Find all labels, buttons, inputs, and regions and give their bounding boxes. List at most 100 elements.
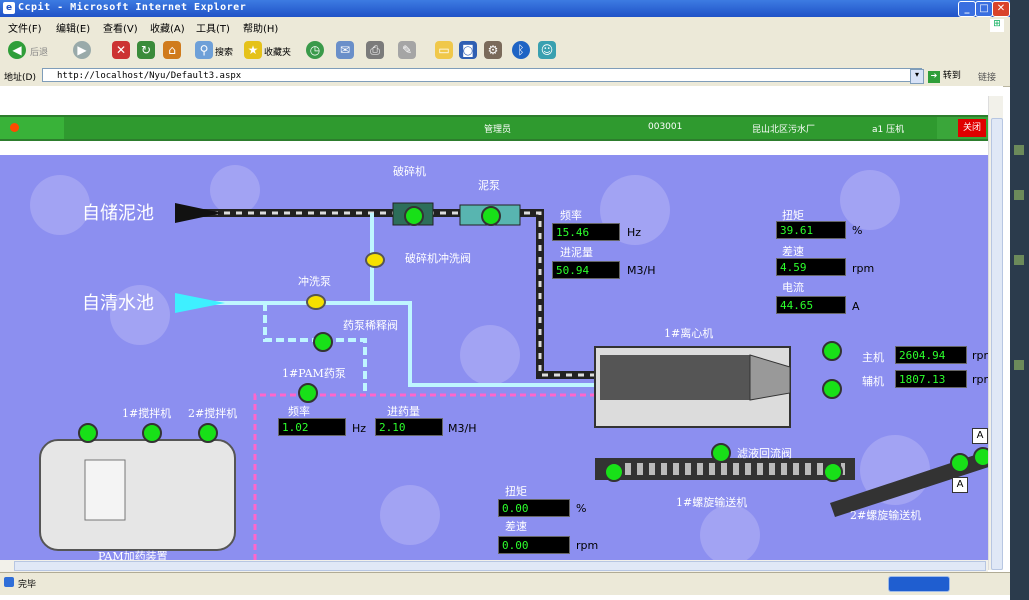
mixer1-run-indicator[interactable] bbox=[142, 423, 162, 443]
taskbar-tray[interactable] bbox=[888, 576, 950, 592]
sludge-flow-label: 进泥量 bbox=[560, 246, 593, 259]
desktop-edge bbox=[1010, 0, 1029, 600]
close-window-button[interactable]: ✕ bbox=[992, 1, 1010, 17]
water-source-arrow bbox=[175, 293, 225, 313]
conveyor-torque-label: 扭矩 bbox=[505, 485, 527, 498]
return-valve-label: 滤液回流阀 bbox=[737, 447, 792, 460]
home-icon[interactable]: ⌂ bbox=[163, 41, 181, 59]
crusher-flush-valve-indicator[interactable] bbox=[365, 252, 385, 268]
pam-control-box bbox=[84, 459, 126, 521]
header-user-role: 管理员 bbox=[484, 125, 512, 135]
vertical-scrollbar[interactable] bbox=[988, 96, 1003, 570]
centrifuge-bowl bbox=[600, 355, 750, 400]
history-icon[interactable]: ◷ bbox=[306, 41, 324, 59]
sludge-source-label: 自储泥池 bbox=[82, 203, 154, 224]
pam-tank bbox=[39, 439, 236, 551]
go-button[interactable]: ➔ 转到 bbox=[928, 68, 968, 83]
conveyor2-run-indicator-2[interactable] bbox=[973, 447, 988, 467]
conveyor2-mode-box-2[interactable]: A bbox=[952, 477, 968, 493]
horizontal-scrollbar[interactable] bbox=[0, 560, 988, 572]
forward-arrow-icon[interactable]: ▶ bbox=[73, 41, 91, 59]
pam-freq-label: 频率 bbox=[288, 405, 310, 418]
conveyor-diff-value: 0.00 bbox=[498, 536, 570, 554]
conveyor2-run-indicator[interactable] bbox=[950, 453, 970, 473]
mixer2-run-indicator[interactable] bbox=[198, 423, 218, 443]
pam-pump-run-indicator[interactable] bbox=[298, 383, 318, 403]
conveyor1-run-indicator[interactable] bbox=[604, 462, 624, 482]
address-bar: 地址(D) http://localhost/Nyu/Default3.aspx… bbox=[0, 66, 1010, 87]
search-label[interactable]: 搜索 bbox=[215, 45, 233, 58]
crusher-run-indicator[interactable] bbox=[404, 206, 424, 226]
conveyor-torque-value: 0.00 bbox=[498, 499, 570, 517]
freq-unit: Hz bbox=[627, 226, 642, 239]
torque-value: 39.61 bbox=[776, 221, 846, 239]
status-text: 完毕 bbox=[18, 580, 37, 590]
browser-toolbar: ◀ 后退 ▶ ✕ ↻ ⌂ ⚲ 搜索 ★ 收藏夹 ◷ ✉ ⎙ ✎ ▭ ◙ ⚙ ᛒ … bbox=[0, 34, 1010, 67]
maximize-button[interactable]: □ bbox=[975, 1, 993, 17]
pam-freq-unit: Hz bbox=[352, 422, 367, 435]
status-bar: 完毕 bbox=[0, 572, 1010, 595]
dose-unit: M3/H bbox=[448, 422, 477, 435]
address-dropdown-icon[interactable]: ▾ bbox=[910, 69, 924, 84]
back-arrow-icon[interactable]: ◀ bbox=[8, 41, 26, 59]
favorites-star-icon[interactable]: ★ bbox=[244, 41, 262, 59]
desktop-icon bbox=[1014, 360, 1024, 370]
bluetooth-icon[interactable]: ᛒ bbox=[512, 41, 530, 59]
sludge-pump-label: 泥泵 bbox=[478, 179, 500, 192]
conveyor-diff-unit: rpm bbox=[576, 539, 599, 552]
menu-favorites[interactable]: 收藏(A) bbox=[150, 20, 185, 35]
header-plant: 昆山北区污水厂 bbox=[752, 125, 816, 135]
sludge-pipe-flow bbox=[200, 211, 595, 377]
crusher-label: 破碎机 bbox=[393, 165, 426, 178]
hmi-header-bar: 管理员 003001 昆山北区污水厂 a1 压机 关闭 bbox=[0, 115, 988, 141]
minimize-button[interactable]: _ bbox=[958, 1, 976, 17]
menu-view[interactable]: 查看(V) bbox=[103, 20, 138, 35]
vertical-scroll-thumb[interactable] bbox=[991, 118, 1003, 570]
freq-value: 15.46 bbox=[552, 223, 620, 241]
links-label[interactable]: 链接 bbox=[978, 70, 996, 83]
pam-freq-value: 1.02 bbox=[278, 418, 346, 436]
pam-feeder-indicator[interactable] bbox=[78, 423, 98, 443]
print-icon[interactable]: ⎙ bbox=[366, 41, 384, 59]
conveyor-diff-label: 差速 bbox=[505, 520, 527, 533]
current-label: 电流 bbox=[782, 281, 804, 294]
mixer2-label: 2#搅拌机 bbox=[188, 407, 238, 420]
edit-icon[interactable]: ✎ bbox=[398, 41, 416, 59]
sludge-pump-run-indicator[interactable] bbox=[481, 206, 501, 226]
flush-pump-indicator[interactable] bbox=[306, 294, 326, 310]
menu-help[interactable]: 帮助(H) bbox=[243, 20, 278, 35]
conveyor1-run-indicator-2[interactable] bbox=[823, 462, 843, 482]
tools-icon[interactable]: ⚙ bbox=[484, 41, 502, 59]
main-motor-label: 主机 bbox=[862, 351, 884, 364]
menu-edit[interactable]: 编辑(E) bbox=[56, 20, 90, 35]
torque-unit: % bbox=[852, 224, 863, 237]
desktop-icon bbox=[1014, 145, 1024, 155]
dilution-valve-indicator[interactable] bbox=[313, 332, 333, 352]
refresh-icon[interactable]: ↻ bbox=[137, 41, 155, 59]
menu-file[interactable]: 文件(F) bbox=[8, 20, 42, 35]
research-icon[interactable]: ◙ bbox=[459, 41, 477, 59]
current-value: 44.65 bbox=[776, 296, 846, 314]
mail-icon[interactable]: ✉ bbox=[336, 41, 354, 59]
conveyor2-mode-box[interactable]: A bbox=[972, 428, 988, 444]
window-title: Ccpit - Microsoft Internet Explorer bbox=[18, 2, 247, 13]
desktop-icon bbox=[1014, 255, 1024, 265]
sludge-source-arrow bbox=[175, 203, 222, 223]
messenger-icon[interactable]: ☺ bbox=[538, 41, 556, 59]
aux-motor-run-indicator[interactable] bbox=[822, 379, 842, 399]
menu-tools[interactable]: 工具(T) bbox=[196, 20, 230, 35]
horizontal-scroll-thumb[interactable] bbox=[14, 561, 986, 571]
return-valve-indicator[interactable] bbox=[711, 443, 731, 463]
dose-label: 进药量 bbox=[387, 405, 420, 418]
back-label[interactable]: 后退 bbox=[30, 45, 48, 58]
go-label: 转到 bbox=[942, 71, 961, 81]
search-icon[interactable]: ⚲ bbox=[195, 41, 213, 59]
folder-icon[interactable]: ▭ bbox=[435, 41, 453, 59]
main-motor-run-indicator[interactable] bbox=[822, 341, 842, 361]
process-diagram: 自储泥池 自清水池 破碎机 泥泵 破碎机冲洗阀 冲洗泵 药泵稀释阀 1#PAM药… bbox=[0, 155, 988, 570]
centrifuge-label: 1#离心机 bbox=[664, 327, 714, 340]
address-input[interactable]: http://localhost/Nyu/Default3.aspx bbox=[42, 68, 922, 82]
favorites-label[interactable]: 收藏夹 bbox=[264, 45, 291, 58]
stop-icon[interactable]: ✕ bbox=[112, 41, 130, 59]
header-close-button[interactable]: 关闭 bbox=[958, 119, 986, 137]
